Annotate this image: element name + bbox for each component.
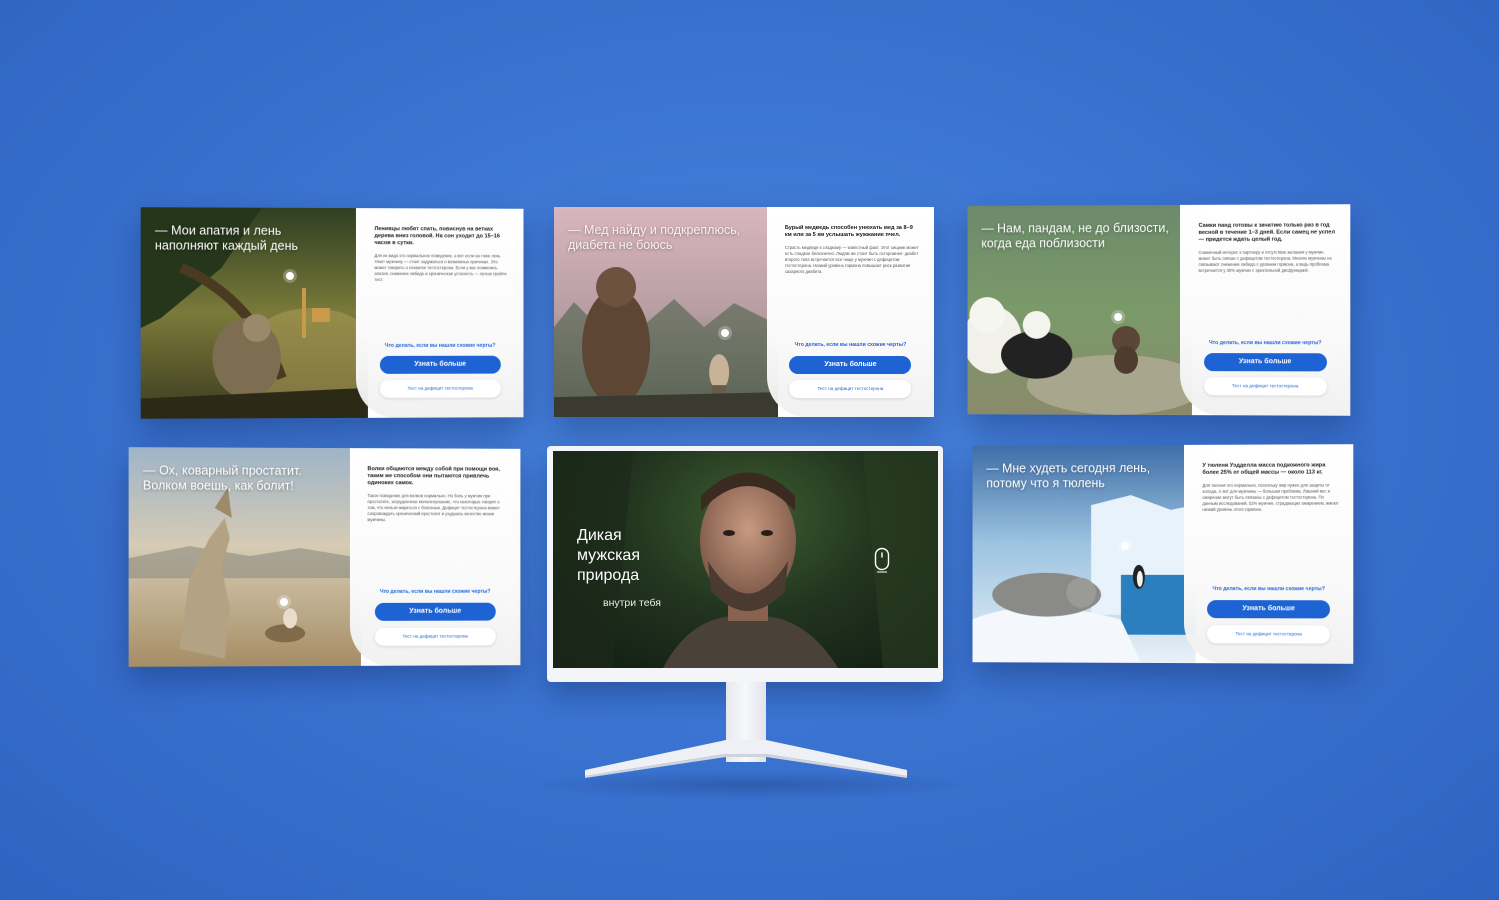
description-text: Такое поведение для волков нормально. Но… (367, 493, 506, 523)
description-text: Для их вида это нормальное поведение, а … (374, 253, 509, 283)
info-panel: Бурый медведь способен унюхать мед за 8–… (767, 207, 934, 417)
slide-pandas: — Нам, пандам, не до близости, когда еда… (968, 204, 1351, 416)
hotspot-dot[interactable] (1121, 542, 1129, 550)
fact-text: У тюленя Уэдделла масса подкожного жира … (1202, 462, 1339, 477)
fact-text: Бурый медведь способен унюхать мед за 8–… (785, 225, 920, 239)
slide-sloth: — Мои апатия и лень наполняют каждый ден… (141, 207, 524, 419)
hero-title-line: мужская (577, 546, 640, 566)
learn-more-button[interactable]: Узнать больше (375, 603, 496, 621)
slide-seal: — Мне худеть сегодня лень, потому что я … (973, 444, 1354, 664)
info-panel: У тюленя Уэдделла масса подкожного жира … (1184, 444, 1353, 664)
learn-more-button[interactable]: Узнать больше (1207, 600, 1330, 618)
test-button[interactable]: Тест на дефицит тестостерона (380, 380, 501, 398)
info-panel: Ленивцы любят спать, повиснув на ветках … (356, 208, 523, 418)
test-button[interactable]: Тест на дефицит тестостерона (1207, 625, 1330, 643)
slide-headline: — Ох, коварный простатит. Волком воешь, … (143, 463, 348, 494)
hero-title: Дикая мужская природа (577, 526, 640, 586)
hotspot-dot[interactable] (721, 329, 729, 337)
learn-more-button[interactable]: Узнать больше (380, 356, 501, 374)
description-text: Сниженный интерес к партнеру и отсутстви… (1199, 250, 1337, 274)
learn-more-button[interactable]: Узнать больше (789, 356, 911, 374)
slide-headline: — Нам, пандам, не до близости, когда еда… (981, 221, 1179, 251)
monitor-stand-base (585, 740, 907, 780)
slide-bear: — Мед найду и подкреплюсь, диабета не бо… (554, 207, 934, 417)
hero-title-line: природа (577, 566, 640, 586)
description-text: Страсть медведя к сладкому — известный ф… (785, 245, 920, 275)
learn-more-button[interactable]: Узнать больше (1204, 353, 1327, 371)
fact-text: Волки общаются между собой при помощи во… (367, 466, 506, 487)
description-text: Для тюленя это нормально, поскольку жир … (1202, 483, 1339, 513)
monitor-screen: Дикая мужская природа внутри тебя (553, 451, 938, 668)
fact-text: Самки панд готовы к зачатию только раз в… (1199, 222, 1337, 243)
test-button[interactable]: Тест на дефицит тестостерона (789, 380, 911, 398)
question-link[interactable]: Что делать, если вы нашли схожие черты? (1184, 586, 1353, 592)
hero-subtitle: внутри тебя (603, 597, 661, 609)
question-link[interactable]: Что делать, если вы нашли схожие черты? (356, 343, 523, 349)
question-link[interactable]: Что делать, если вы нашли схожие черты? (767, 342, 934, 348)
fact-text: Ленивцы любят спать, повиснув на ветках … (374, 226, 509, 247)
slide-wolf: — Ох, коварный простатит. Волком воешь, … (129, 447, 521, 667)
info-panel: Волки общаются между собой при помощи во… (349, 448, 520, 666)
slide-headline: — Мои апатия и лень наполняют каждый ден… (155, 223, 355, 254)
hotspot-dot[interactable] (286, 272, 294, 280)
hotspot-dot[interactable] (280, 598, 288, 606)
question-link[interactable]: Что делать, если вы нашли схожие черты? (349, 589, 520, 595)
scroll-mouse-icon (874, 547, 890, 573)
question-link[interactable]: Что делать, если вы нашли схожие черты? (1180, 340, 1350, 346)
test-button[interactable]: Тест на дефицит тестостерона (1204, 377, 1327, 395)
slide-headline: — Мед найду и подкреплюсь, диабета не бо… (568, 223, 766, 253)
slide-headline: — Мне худеть сегодня лень, потому что я … (986, 461, 1183, 492)
test-button[interactable]: Тест на дефицит тестостерона (375, 628, 496, 646)
info-panel: Самки панд готовы к зачатию только раз в… (1180, 204, 1350, 416)
hotspot-dot[interactable] (1114, 313, 1122, 321)
hero-title-line: Дикая (577, 526, 640, 546)
